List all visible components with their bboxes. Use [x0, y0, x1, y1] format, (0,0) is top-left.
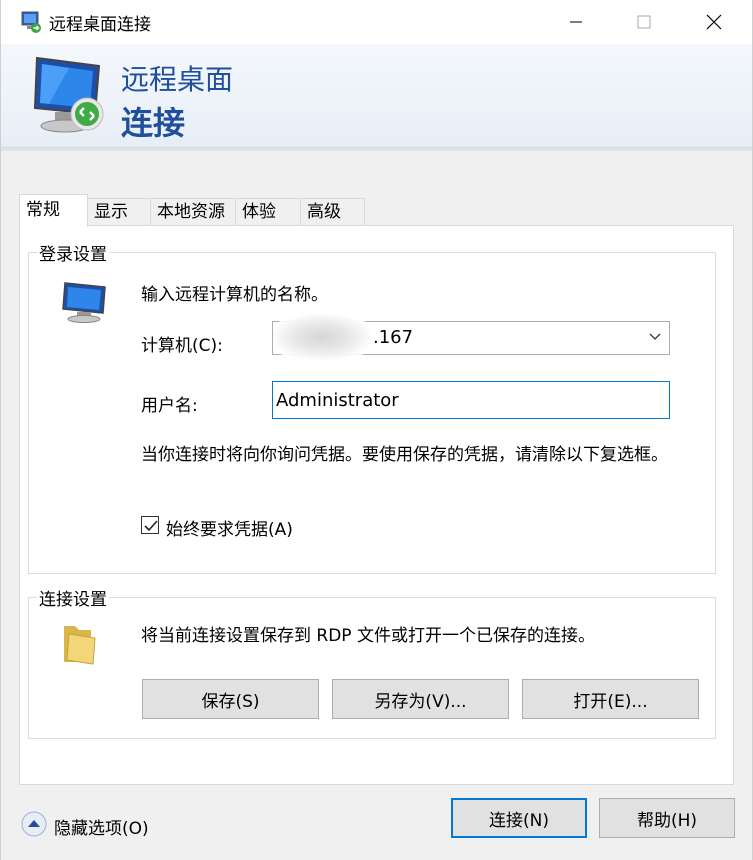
username-input[interactable] [272, 381, 670, 419]
banner-title-line1: 远程桌面 [121, 63, 234, 96]
header-banner: 远程桌面 连接 [1, 44, 752, 148]
save-as-button[interactable]: 另存为(V)... [332, 679, 509, 719]
hide-options-toggle-icon[interactable] [21, 811, 47, 837]
computer-label: 计算机(C): [141, 336, 223, 356]
tab-local-resources[interactable]: 本地资源 [150, 198, 236, 226]
general-tab-panel: 登录设置 输入远程计算机的名称。 计算机(C): .167 用户名: 当你连接时… [19, 225, 734, 785]
login-settings-group: 登录设置 输入远程计算机的名称。 计算机(C): .167 用户名: 当你连接时… [28, 240, 716, 574]
tab-advanced[interactable]: 高级 [300, 198, 365, 226]
remote-desktop-logo-icon [33, 56, 104, 133]
username-label: 用户名: [141, 396, 198, 416]
save-button[interactable]: 保存(S) [142, 679, 319, 719]
tab-experience[interactable]: 体验 [235, 198, 301, 226]
connection-settings-group: 连接设置 将当前连接设置保存到 RDP 文件或打开一个已保存的连接。 保存(S)… [28, 585, 716, 739]
folder-icon [64, 626, 96, 665]
computer-icon [62, 282, 106, 323]
computer-combobox[interactable]: .167 [272, 314, 670, 360]
title-bar: 远程桌面连接 [1, 0, 752, 44]
redacted-hostname [273, 314, 371, 360]
connection-settings-label: 连接设置 [37, 585, 109, 610]
always-ask-credentials-label[interactable]: 始终要求凭据(A) [166, 515, 293, 540]
chevron-down-icon[interactable] [649, 332, 661, 342]
open-button[interactable]: 打开(E)... [522, 679, 699, 719]
hide-options-label[interactable]: 隐藏选项(O) [54, 814, 149, 839]
maximize-button[interactable] [609, 0, 679, 44]
credentials-note: 当你连接时将向你询问凭据。要使用保存的凭据，请清除以下复选框。 [141, 445, 668, 465]
connection-description: 将当前连接设置保存到 RDP 文件或打开一个已保存的连接。 [141, 626, 595, 646]
always-ask-credentials-checkbox[interactable] [141, 516, 159, 534]
window-title: 远程桌面连接 [49, 15, 151, 35]
help-button[interactable]: 帮助(H) [599, 798, 735, 838]
remote-desktop-app-icon [21, 11, 41, 33]
banner-title-line2: 连接 [121, 104, 186, 142]
banner-divider [1, 148, 752, 151]
computer-value: .167 [373, 327, 414, 348]
maximize-icon [637, 15, 651, 29]
close-button[interactable] [679, 0, 749, 44]
computer-instruction-text: 输入远程计算机的名称。 [141, 285, 328, 305]
checkmark-icon [144, 520, 158, 532]
connect-button[interactable]: 连接(N) [451, 798, 587, 838]
close-icon [706, 14, 722, 30]
minimize-icon [570, 21, 582, 23]
minimize-button[interactable] [541, 0, 611, 44]
tab-general[interactable]: 常规 [19, 194, 88, 227]
tab-display[interactable]: 显示 [87, 198, 151, 226]
rdp-window: 远程桌面连接 远程桌面 连接 常规 显示 本地资源 体验 高级 登录设置 输入远… [0, 0, 753, 860]
login-settings-label: 登录设置 [37, 240, 109, 265]
